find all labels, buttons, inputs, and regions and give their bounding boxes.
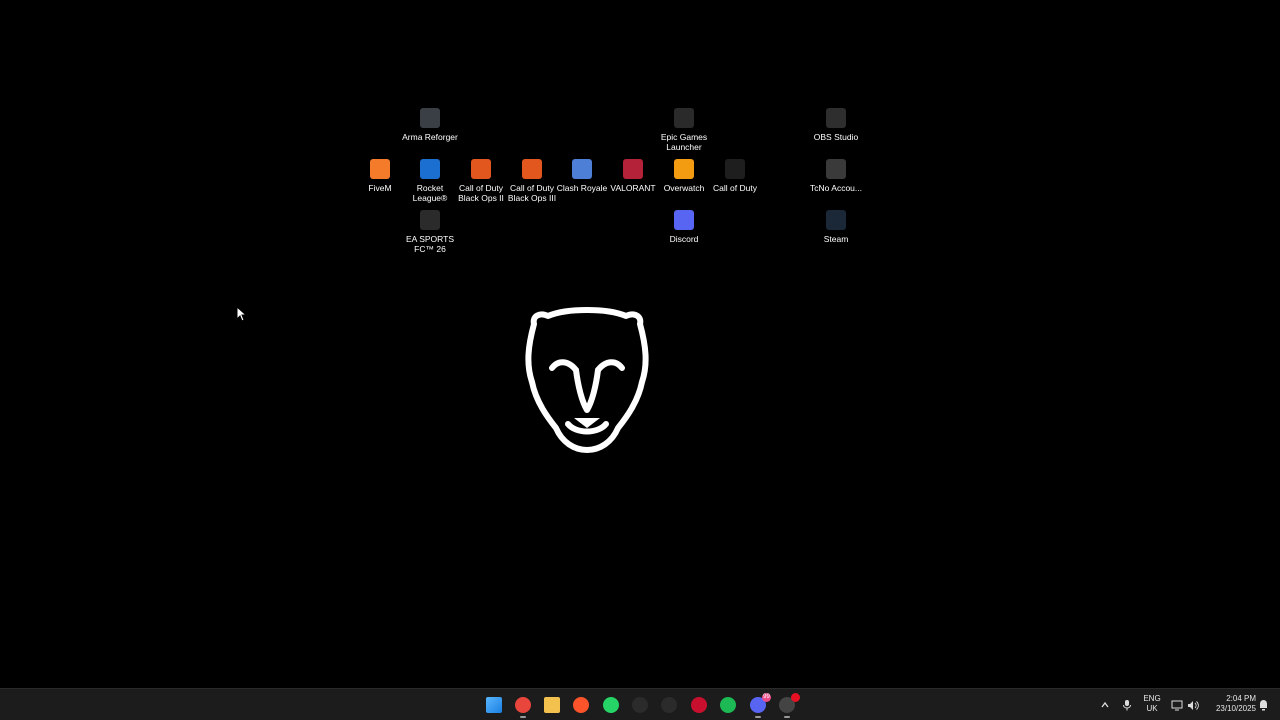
language-region: UK: [1146, 704, 1158, 713]
desktop-icon-steam[interactable]: Steam: [805, 210, 867, 244]
taskbar-app-last[interactable]: [775, 693, 800, 718]
notification-bell-icon[interactable]: [1256, 697, 1270, 713]
desktop-icon-call-of-duty[interactable]: Call of Duty: [704, 159, 766, 193]
desktop-icon-ea-sports-fc[interactable]: EA SPORTS FC™ 26: [399, 210, 461, 254]
desktop-icon-obs-studio[interactable]: OBS Studio: [805, 108, 867, 142]
taskbar-app-red[interactable]: [687, 694, 711, 716]
notification-badge: 99: [762, 693, 771, 702]
desktop-icon-label: Call of Duty: [713, 183, 757, 193]
taskbar-discord[interactable]: 99: [746, 693, 771, 718]
desktop-icon-label: Steam: [823, 234, 849, 244]
arma-reforger-icon: [420, 108, 440, 128]
desktop-icon-label: TcNo Accou...: [810, 183, 862, 193]
discord-icon: [674, 210, 694, 230]
call-of-duty-icon: [725, 159, 745, 179]
g-hub-icon: [632, 697, 648, 713]
ea-sports-fc-icon: [420, 210, 440, 230]
clash-royale-icon: [572, 159, 592, 179]
notification-badge: [791, 693, 800, 702]
desktop-icon-tcno-account-switcher[interactable]: TcNo Accou...: [805, 159, 867, 193]
spotify-icon: [720, 697, 736, 713]
mouse-cursor-icon: [236, 306, 246, 322]
language-code: ENG: [1143, 694, 1161, 703]
steam-icon: [826, 210, 846, 230]
red-app-icon: [691, 697, 707, 713]
taskbar-app-g[interactable]: [628, 694, 652, 716]
running-indicator: [755, 716, 761, 718]
obs-studio-icon: [826, 108, 846, 128]
desktop-icon-epic-games[interactable]: Epic Games Launcher: [653, 108, 715, 152]
taskbar-brave[interactable]: [569, 694, 593, 716]
capture-icon: [661, 697, 677, 713]
system-clock[interactable]: 2:04 PM 23/10/2025: [1204, 694, 1256, 714]
taskbar-chrome[interactable]: [511, 694, 535, 718]
whatsapp-icon: [603, 697, 619, 713]
panther-head-logo: [525, 307, 649, 453]
cod-bo2-icon: [471, 159, 491, 179]
running-indicator: [520, 716, 526, 718]
chrome-icon: [515, 697, 531, 713]
desktop-icon-discord[interactable]: Discord: [653, 210, 715, 244]
brave-icon: [573, 697, 589, 713]
folder-icon: [544, 697, 560, 713]
tcno-account-switcher-icon: [826, 159, 846, 179]
volume-icon[interactable]: [1186, 697, 1200, 713]
desktop-icon-arma-reforger[interactable]: Arma Reforger: [399, 108, 461, 142]
taskbar-whatsapp[interactable]: [599, 694, 623, 716]
rocket-league-icon: [420, 159, 440, 179]
taskbar-app-ring[interactable]: [657, 694, 681, 716]
desktop-icon-label: OBS Studio: [813, 132, 859, 142]
network-icon[interactable]: [1170, 697, 1184, 713]
windows-logo-icon: [486, 697, 502, 713]
fivem-icon: [370, 159, 390, 179]
microphone-icon[interactable]: [1120, 697, 1134, 713]
chevron-up-icon: [1101, 701, 1109, 708]
taskbar-spotify[interactable]: [716, 694, 740, 716]
desktop-icon-label: Epic Games Launcher: [660, 132, 708, 152]
taskbar-file-explorer[interactable]: [540, 694, 564, 716]
desktop-icon-label: Discord: [669, 234, 699, 244]
clock-date: 23/10/2025: [1215, 704, 1256, 713]
input-language-indicator[interactable]: ENG UK: [1140, 694, 1164, 714]
desktop-icon-label: Arma Reforger: [402, 132, 458, 142]
cod-bo3-icon: [522, 159, 542, 179]
clock-time: 2:04 PM: [1226, 694, 1256, 703]
running-indicator: [784, 716, 790, 718]
show-hidden-icons-button[interactable]: [1099, 697, 1111, 713]
desktop[interactable]: Arma Reforger Epic Games Launcher OBS Stud…: [0, 0, 1280, 688]
valorant-icon: [623, 159, 643, 179]
start-button[interactable]: [482, 694, 506, 716]
overwatch-icon: [674, 159, 694, 179]
desktop-icon-label: EA SPORTS FC™ 26: [405, 234, 455, 254]
taskbar: 99 ENG UK 2:04 PM 23/10/2025: [0, 688, 1280, 720]
epic-games-icon: [674, 108, 694, 128]
